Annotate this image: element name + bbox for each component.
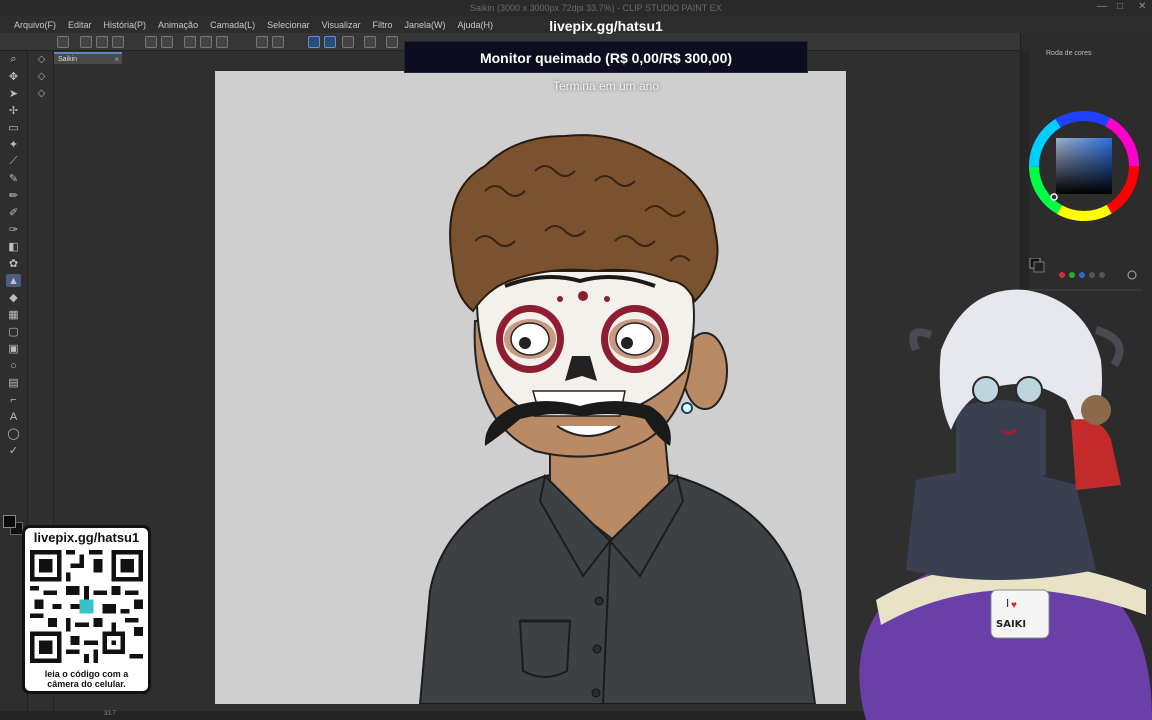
donation-goal-banner: Monitor queimado (R$ 0,00/R$ 300,00) bbox=[404, 41, 808, 73]
vtuber-avatar: I ♥ SAIKI bbox=[859, 289, 1152, 720]
invert-selection-icon[interactable] bbox=[272, 36, 284, 48]
eyedropper-tool-icon[interactable]: ⟋ bbox=[6, 155, 21, 168]
new-file-icon[interactable] bbox=[80, 36, 92, 48]
figure-tool-icon[interactable]: ▢ bbox=[6, 325, 21, 338]
decoration-tool-icon[interactable]: ✿ bbox=[6, 257, 21, 270]
speech-balloon-icon[interactable]: ◯ bbox=[6, 427, 21, 440]
artboard[interactable] bbox=[215, 71, 846, 704]
character-illustration bbox=[418, 134, 817, 704]
magic-wand-tool-icon[interactable]: ✦ bbox=[6, 138, 21, 151]
menu-animation[interactable]: Animação bbox=[152, 20, 204, 30]
menu-select[interactable]: Selecionar bbox=[261, 20, 316, 30]
minimize-button[interactable]: — bbox=[1097, 1, 1107, 12]
close-window-button[interactable]: ✕ bbox=[1138, 1, 1146, 12]
fill-tool-icon[interactable]: ◆ bbox=[6, 291, 21, 304]
eraser-tool-icon[interactable]: ◧ bbox=[6, 240, 21, 253]
donation-goal-text: Monitor queimado (R$ 0,00/R$ 300,00) bbox=[479, 50, 733, 66]
qr-hint-line-1: leia o código com a bbox=[44, 669, 129, 679]
line-correction-tool-icon[interactable]: A bbox=[6, 410, 21, 423]
color-wheel-panel-title: Roda de cores bbox=[1046, 50, 1092, 57]
qr-card-url: livepix.gg/hatsu1 bbox=[33, 530, 140, 545]
menu-help[interactable]: Ajuda(H) bbox=[452, 20, 500, 30]
transform-icon[interactable] bbox=[216, 36, 228, 48]
clear-icon[interactable] bbox=[184, 36, 196, 48]
foreground-color-swatch[interactable] bbox=[3, 515, 16, 528]
gradient-tool-icon[interactable]: ▦ bbox=[6, 308, 21, 321]
livepix-qr-card: livepix.gg/hatsu1 leia o código com a câ… bbox=[22, 525, 151, 694]
donation-goal-deadline: Termina em um ano bbox=[552, 79, 660, 93]
airbrush-tool-icon[interactable]: ✑ bbox=[6, 223, 21, 236]
zoom-value[interactable]: 33.7 bbox=[104, 711, 116, 717]
subtool-c-icon[interactable]: ◇ bbox=[35, 88, 48, 101]
frame-tool-icon[interactable]: ▣ bbox=[6, 342, 21, 355]
document-tab[interactable]: Saikin × bbox=[54, 52, 122, 64]
menu-filter[interactable]: Filtro bbox=[367, 20, 399, 30]
brush-tool-icon[interactable]: ✐ bbox=[6, 206, 21, 219]
selection-tool-icon[interactable]: ▭ bbox=[6, 121, 21, 134]
snap-grid-icon[interactable] bbox=[324, 36, 336, 48]
livepix-url-top: livepix.gg/hatsu1 bbox=[549, 18, 663, 34]
fill-icon[interactable] bbox=[200, 36, 212, 48]
pen-pressure-icon[interactable] bbox=[386, 36, 398, 48]
ruler-tool-icon[interactable]: ○ bbox=[6, 359, 21, 372]
svg-text:♥: ♥ bbox=[1011, 600, 1017, 611]
deselect-icon[interactable] bbox=[256, 36, 268, 48]
mug-text-i: I bbox=[1006, 597, 1009, 610]
clip-studio-window: Saikin (3000 x 3000px 72dpi 33.7%) - CLI… bbox=[0, 0, 1152, 720]
close-tab-icon[interactable]: × bbox=[114, 55, 119, 64]
app-icon[interactable] bbox=[57, 36, 69, 48]
window-title: Saikin (3000 x 3000px 72dpi 33.7%) - CLI… bbox=[470, 3, 722, 13]
color-wheel[interactable] bbox=[1028, 110, 1140, 222]
mug-text-saiki: SAIKI bbox=[996, 619, 1026, 630]
pencil-tool-icon[interactable]: ✏ bbox=[6, 189, 21, 202]
maximize-button[interactable]: □ bbox=[1117, 1, 1123, 12]
move-tool-icon[interactable]: ✥ bbox=[6, 70, 21, 83]
menu-layer[interactable]: Camada(L) bbox=[204, 20, 261, 30]
subtool-b-icon[interactable]: ◇ bbox=[35, 71, 48, 84]
menu-view[interactable]: Visualizar bbox=[316, 20, 367, 30]
balloon-tool-icon[interactable]: ⌐ bbox=[6, 393, 21, 406]
snap-ruler-icon[interactable] bbox=[308, 36, 320, 48]
document-tab-label: Saikin bbox=[58, 56, 78, 63]
layer-move-tool-icon[interactable]: ✢ bbox=[6, 104, 21, 117]
operation-tool-icon[interactable]: ➤ bbox=[6, 87, 21, 100]
pen-tool-icon[interactable]: ✎ bbox=[6, 172, 21, 185]
menu-file[interactable]: Arquivo(F) bbox=[8, 20, 62, 30]
qr-code bbox=[30, 550, 143, 663]
redo-icon[interactable] bbox=[161, 36, 173, 48]
undo-icon[interactable] bbox=[145, 36, 157, 48]
snap-perspective-icon[interactable] bbox=[342, 36, 354, 48]
qr-card-hint: leia o código com a câmera do celular. bbox=[25, 669, 148, 689]
subtool-a-icon[interactable]: ◇ bbox=[35, 54, 48, 67]
text-tool-icon[interactable]: ▤ bbox=[6, 376, 21, 389]
correct-line-icon[interactable]: ✓ bbox=[6, 444, 21, 457]
blend-tool-icon[interactable]: ▲ bbox=[6, 274, 21, 287]
open-folder-icon[interactable] bbox=[96, 36, 108, 48]
zoom-tool-icon[interactable]: ⌕ bbox=[6, 53, 21, 66]
title-bar: Saikin (3000 x 3000px 72dpi 33.7%) - CLI… bbox=[0, 0, 1152, 16]
menu-window[interactable]: Janela(W) bbox=[399, 20, 452, 30]
menu-edit[interactable]: Editar bbox=[62, 20, 98, 30]
settings-icon[interactable] bbox=[364, 36, 376, 48]
menu-history[interactable]: História(P) bbox=[98, 20, 153, 30]
qr-hint-line-2: câmera do celular. bbox=[47, 679, 126, 689]
save-icon[interactable] bbox=[112, 36, 124, 48]
